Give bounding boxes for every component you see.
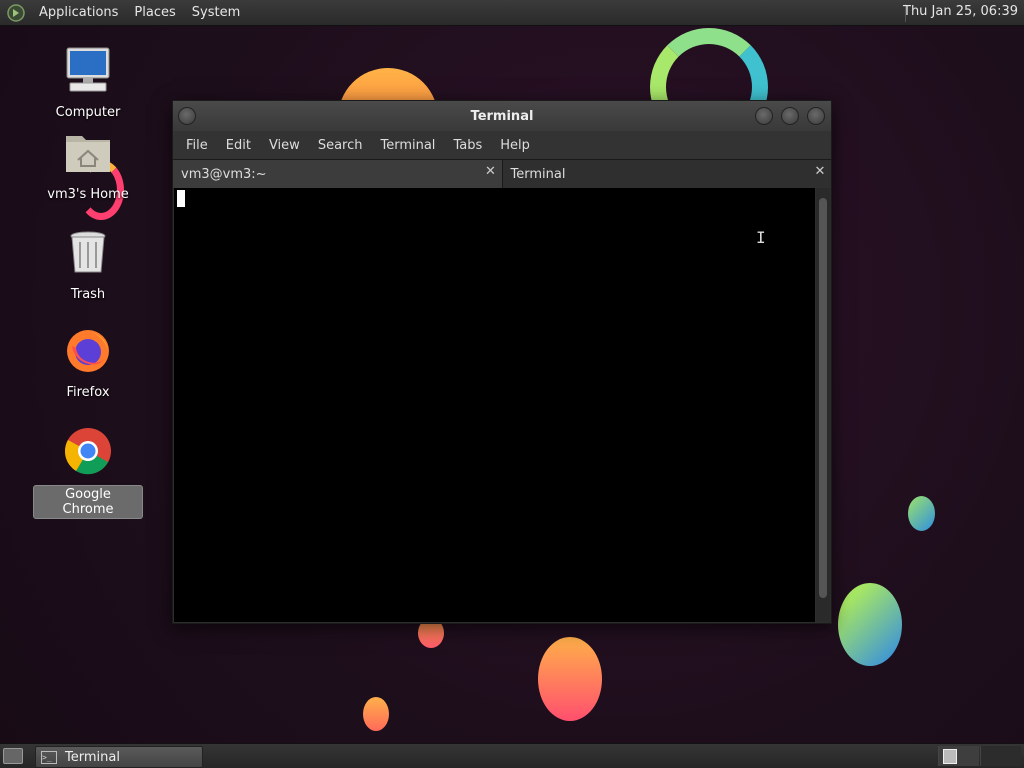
tab-terminal[interactable]: Terminal ✕ (502, 160, 831, 188)
close-button[interactable] (807, 107, 825, 125)
desktop-icon-trash[interactable]: Trash (33, 228, 143, 303)
terminal-icon: >_ (41, 750, 57, 764)
top-panel: Applications Places System Thu Jan 25, 0… (0, 0, 1024, 26)
firefox-icon (67, 330, 109, 372)
menubar: File Edit View Search Terminal Tabs Help (173, 131, 831, 159)
taskbar-item-label: Terminal (65, 749, 120, 765)
distro-logo-icon[interactable] (7, 3, 25, 22)
menu-edit[interactable]: Edit (217, 138, 260, 153)
menu-system[interactable]: System (184, 5, 248, 20)
tab-bar: vm3@vm3:~ ✕ Terminal ✕ (173, 159, 831, 188)
workspace-1[interactable] (938, 746, 979, 766)
menu-applications[interactable]: Applications (31, 5, 126, 20)
scrollbar[interactable] (816, 188, 830, 622)
desktop-icon-label: Google Chrome (33, 485, 143, 519)
computer-icon (66, 47, 110, 92)
desktop-icon-label: Firefox (66, 385, 110, 400)
terminal-window[interactable]: Terminal File Edit View Search Terminal … (172, 100, 832, 624)
home-folder-icon (66, 136, 110, 172)
tab-vm3-home[interactable]: vm3@vm3:~ ✕ (173, 160, 503, 188)
menu-places[interactable]: Places (126, 5, 183, 20)
maximize-button[interactable] (781, 107, 799, 125)
mouse-ibeam-cursor-icon: I (756, 228, 766, 247)
menu-tabs[interactable]: Tabs (444, 138, 491, 153)
menu-view[interactable]: View (260, 138, 309, 153)
menu-help[interactable]: Help (491, 138, 539, 153)
wallpaper-tiny-orange-oval (363, 697, 389, 731)
tab-label: vm3@vm3:~ (181, 166, 267, 182)
desktop-icon-computer[interactable]: Computer (33, 46, 143, 121)
text-cursor (177, 190, 185, 207)
bottom-panel: >_ Terminal (0, 743, 1024, 768)
window-titlebar[interactable]: Terminal (173, 101, 831, 131)
desktop-icon-label: Computer (55, 105, 121, 120)
tab-close-icon[interactable]: ✕ (484, 165, 498, 179)
wallpaper-small-blue-oval (908, 496, 935, 531)
window-menu-button[interactable] (178, 107, 196, 125)
menu-file[interactable]: File (177, 138, 217, 153)
menu-terminal[interactable]: Terminal (371, 138, 444, 153)
wallpaper-orange-oval (538, 637, 602, 721)
tab-close-icon[interactable]: ✕ (813, 165, 827, 179)
minimize-button[interactable] (755, 107, 773, 125)
trash-icon (70, 231, 106, 273)
terminal-output[interactable] (174, 188, 815, 622)
desktop-icon-label: Trash (70, 287, 106, 302)
show-desktop-icon[interactable] (3, 748, 23, 764)
scrollbar-thumb[interactable] (819, 198, 827, 598)
desktop-icon-label: vm3's Home (47, 187, 129, 202)
desktop-icon-chrome[interactable]: Google Chrome (33, 427, 143, 519)
wallpaper-large-green-oval (838, 583, 902, 666)
desktop-icon-firefox[interactable]: Firefox (33, 326, 143, 401)
clock[interactable]: Thu Jan 25, 06:39 (903, 4, 1018, 19)
workspace-2[interactable] (980, 746, 1021, 766)
tab-label: Terminal (510, 166, 566, 182)
window-title: Terminal (470, 108, 534, 124)
menu-search[interactable]: Search (309, 138, 372, 153)
workspace-window-thumb (943, 749, 957, 764)
taskbar-item-terminal[interactable]: >_ Terminal (35, 746, 203, 768)
chrome-icon (64, 428, 111, 475)
desktop-icon-home[interactable]: vm3's Home (33, 128, 143, 203)
